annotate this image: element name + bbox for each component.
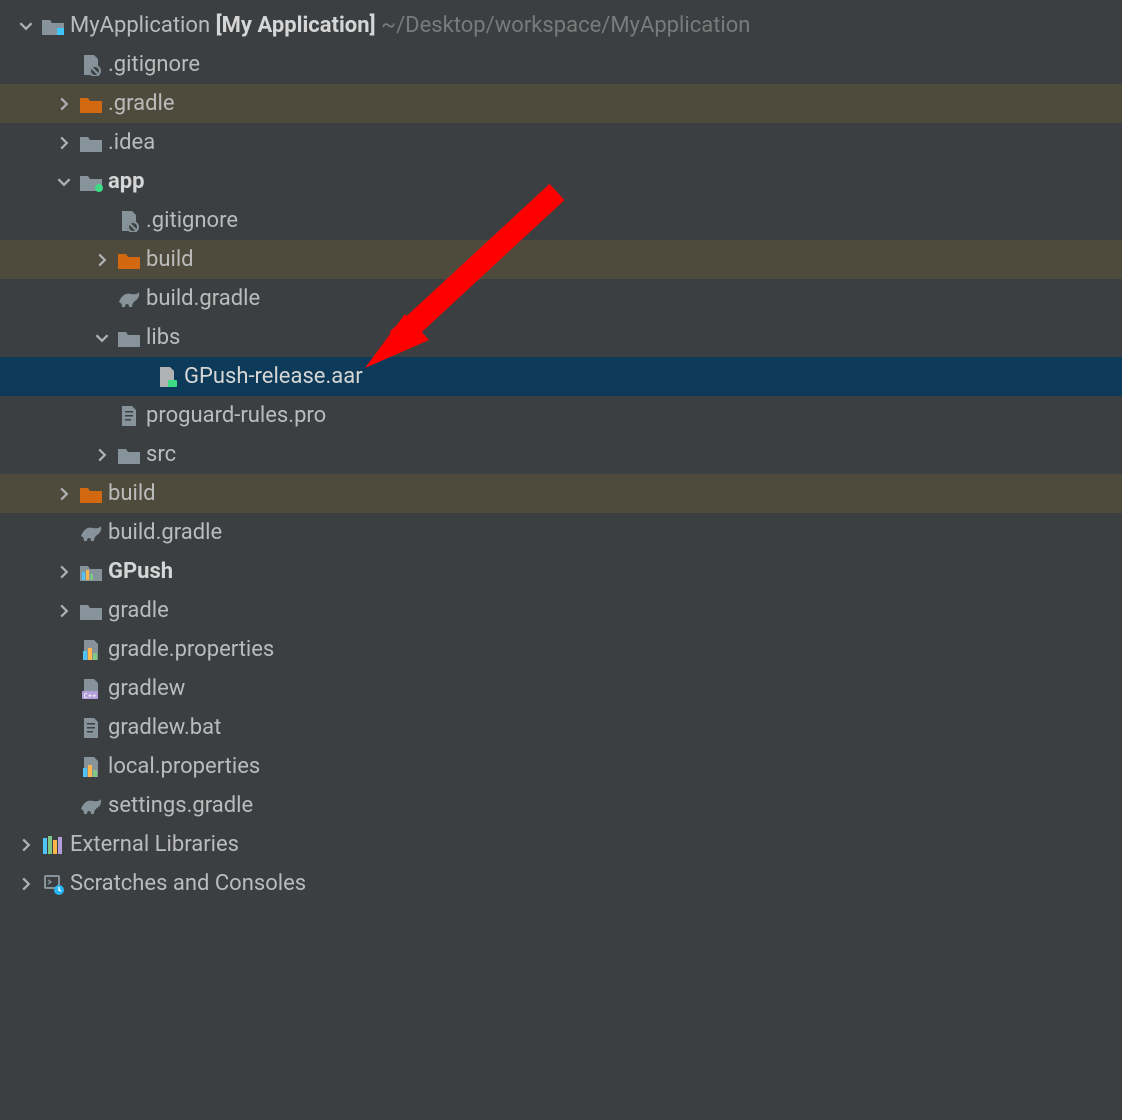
tree-row[interactable]: proguard-rules.pro	[0, 396, 1122, 435]
cpp-file-icon: C++	[76, 678, 106, 700]
folder-label: src	[144, 435, 176, 474]
gradle-file-icon	[114, 290, 144, 308]
file-label: local.properties	[106, 747, 260, 786]
tree-row-scratches[interactable]: Scratches and Consoles	[0, 864, 1122, 903]
tree-row-app[interactable]: app	[0, 162, 1122, 201]
folder-label: .gradle	[106, 84, 175, 123]
chevron-down-icon[interactable]	[52, 175, 76, 189]
chevron-right-icon[interactable]	[90, 448, 114, 462]
file-label: gradlew.bat	[106, 708, 221, 747]
file-label: build.gradle	[144, 279, 260, 318]
chevron-right-icon[interactable]	[52, 97, 76, 111]
tree-row[interactable]: .gradle	[0, 84, 1122, 123]
tree-row[interactable]: src	[0, 435, 1122, 474]
svg-text:C++: C++	[84, 692, 97, 700]
file-label: build.gradle	[106, 513, 222, 552]
chevron-down-icon[interactable]	[90, 331, 114, 345]
chevron-right-icon[interactable]	[52, 136, 76, 150]
folder-label: libs	[144, 318, 180, 357]
tree-row[interactable]: gradlew.bat	[0, 708, 1122, 747]
folder-label: build	[106, 474, 156, 513]
root-label: MyApplication [My Application] ~/Desktop…	[68, 6, 750, 45]
tree-row[interactable]: GPush	[0, 552, 1122, 591]
tree-row-external-libraries[interactable]: External Libraries	[0, 825, 1122, 864]
folder-label: gradle	[106, 591, 169, 630]
folder-icon	[114, 250, 144, 270]
properties-file-icon	[76, 756, 106, 778]
tree-row[interactable]: build	[0, 474, 1122, 513]
tree-row[interactable]: build.gradle	[0, 513, 1122, 552]
gradle-file-icon	[76, 524, 106, 542]
aar-file-icon	[152, 366, 182, 388]
folder-label: GPush	[106, 552, 173, 591]
text-file-icon	[114, 405, 144, 427]
folder-icon	[76, 484, 106, 504]
chevron-right-icon[interactable]	[52, 565, 76, 579]
tree-row[interactable]: .idea	[0, 123, 1122, 162]
library-icon	[38, 834, 68, 856]
chevron-right-icon[interactable]	[52, 604, 76, 618]
folder-icon	[76, 133, 106, 153]
folder-icon	[76, 94, 106, 114]
gradle-file-icon	[76, 797, 106, 815]
file-label: .gitignore	[144, 201, 238, 240]
tree-row[interactable]: build	[0, 240, 1122, 279]
module-folder-icon	[38, 16, 68, 36]
tree-row-selected[interactable]: GPush-release.aar	[0, 357, 1122, 396]
gitignore-file-icon	[76, 54, 106, 76]
folder-icon	[114, 445, 144, 465]
file-label: settings.gradle	[106, 786, 253, 825]
tree-row-libs[interactable]: libs	[0, 318, 1122, 357]
tree-row[interactable]: build.gradle	[0, 279, 1122, 318]
tree-row[interactable]: settings.gradle	[0, 786, 1122, 825]
file-label: GPush-release.aar	[182, 357, 363, 396]
text-file-icon	[76, 717, 106, 739]
file-label: gradle.properties	[106, 630, 274, 669]
folder-label: app	[106, 162, 145, 201]
scratches-icon	[38, 873, 68, 895]
folder-icon	[114, 328, 144, 348]
file-label: gradlew	[106, 669, 185, 708]
tree-row[interactable]: gradle.properties	[0, 630, 1122, 669]
module-folder-icon	[76, 562, 106, 582]
section-label: Scratches and Consoles	[68, 864, 306, 903]
folder-icon	[76, 601, 106, 621]
chevron-down-icon[interactable]	[14, 19, 38, 33]
gitignore-file-icon	[114, 210, 144, 232]
properties-file-icon	[76, 639, 106, 661]
project-tree[interactable]: MyApplication [My Application] ~/Desktop…	[0, 0, 1122, 903]
chevron-right-icon[interactable]	[52, 487, 76, 501]
file-label: proguard-rules.pro	[144, 396, 326, 435]
module-folder-icon	[76, 172, 106, 192]
chevron-right-icon[interactable]	[14, 877, 38, 891]
tree-row[interactable]: .gitignore	[0, 45, 1122, 84]
tree-row[interactable]: C++ gradlew	[0, 669, 1122, 708]
tree-row[interactable]: local.properties	[0, 747, 1122, 786]
tree-row[interactable]: gradle	[0, 591, 1122, 630]
tree-row-root[interactable]: MyApplication [My Application] ~/Desktop…	[0, 6, 1122, 45]
tree-row[interactable]: .gitignore	[0, 201, 1122, 240]
chevron-right-icon[interactable]	[90, 253, 114, 267]
section-label: External Libraries	[68, 825, 239, 864]
folder-label: .idea	[106, 123, 155, 162]
folder-label: build	[144, 240, 194, 279]
chevron-right-icon[interactable]	[14, 838, 38, 852]
file-label: .gitignore	[106, 45, 200, 84]
